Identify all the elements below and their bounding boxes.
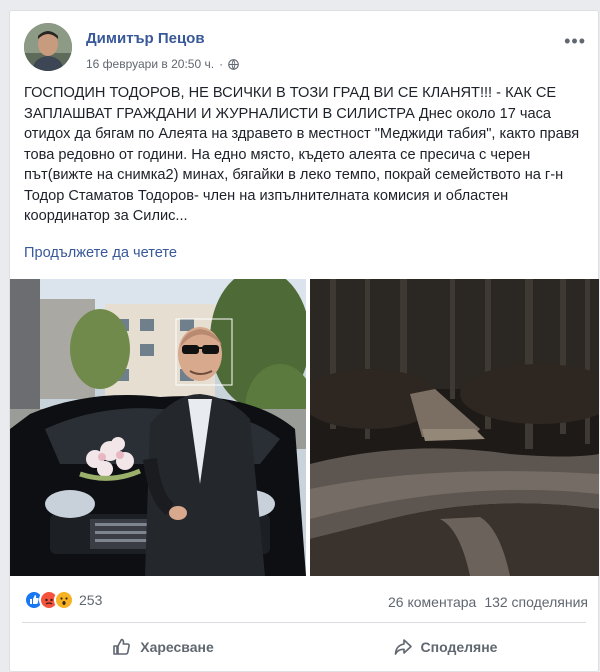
photo-man-by-car[interactable] (10, 279, 306, 576)
avatar[interactable] (24, 23, 72, 71)
see-more-link[interactable]: Продължете да четете (24, 245, 177, 261)
action-bar: Харесване Споделяне (22, 629, 586, 665)
like-button[interactable]: Харесване (22, 629, 304, 665)
thumbs-up-icon (113, 638, 131, 655)
post-header: Димитър Пецов 16 февруари в 20:50 ч. · •… (22, 23, 586, 75)
reactions-summary[interactable]: 253 (24, 590, 102, 610)
shares-count[interactable]: 132 споделяния (484, 594, 588, 610)
divider (22, 622, 586, 623)
photo-forest-path[interactable] (310, 279, 599, 576)
wow-reaction-icon (54, 590, 74, 610)
post-meta: 16 февруари в 20:50 ч. · (86, 57, 239, 71)
engagement-counts: 26 коментара 132 споделяния (388, 594, 588, 610)
author-name[interactable]: Димитър Пецов (86, 30, 205, 47)
post-date[interactable]: 16 февруари в 20:50 ч. (86, 57, 214, 71)
reaction-count[interactable]: 253 (79, 592, 102, 608)
share-button[interactable]: Споделяне (304, 629, 586, 665)
post-stats: 253 26 коментара 132 споделяния (10, 586, 598, 618)
share-arrow-icon (394, 639, 412, 655)
comments-count[interactable]: 26 коментара (388, 594, 476, 610)
globe-icon[interactable] (228, 58, 239, 70)
post-text: ГОСПОДИН ТОДОРОВ, НЕ ВСИЧКИ В ТОЗИ ГРАД … (24, 85, 580, 224)
post-card: Димитър Пецов 16 февруари в 20:50 ч. · •… (9, 10, 599, 672)
more-options-icon[interactable]: ••• (564, 31, 586, 52)
like-label: Харесване (140, 639, 214, 655)
share-label: Споделяне (420, 639, 498, 655)
